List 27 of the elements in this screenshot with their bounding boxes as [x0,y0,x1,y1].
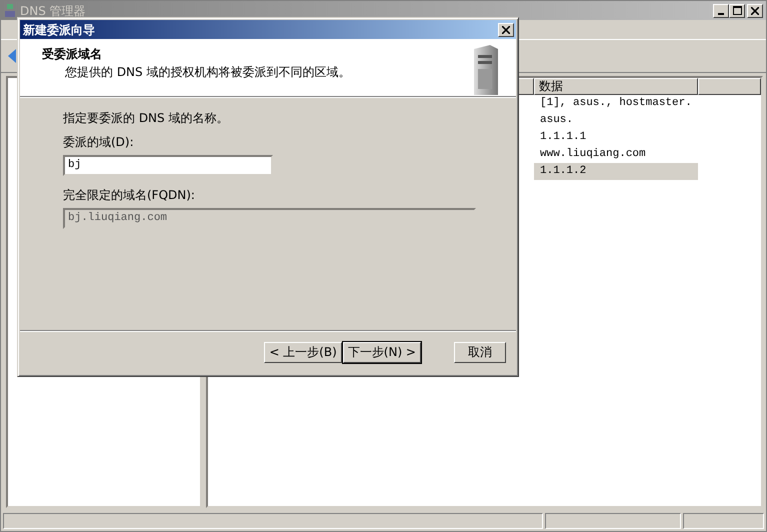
header-subtitle: 您提供的 DNS 域的授权机构将被委派到不同的区域。 [64,64,350,81]
list-cell[interactable]: www.liuqiang.com [534,146,698,163]
instruction-text: 指定要委派的 DNS 域的名称。 [63,110,230,127]
close-icon [751,6,759,14]
app-icon [4,4,16,18]
minimize-button[interactable] [713,4,729,18]
maximize-button[interactable] [729,4,745,18]
close-icon [502,26,510,34]
minimize-icon [718,12,724,14]
text-field[interactable]: bj [63,154,273,176]
list-cell[interactable]: [1], asus., hostmaster. [534,95,698,112]
wizard-button[interactable]: 下一步(N) > [342,342,421,363]
list-cell[interactable]: 1.1.1.2 [534,163,698,180]
maximize-icon [732,6,742,15]
wizard-button[interactable]: 取消 [454,342,506,363]
back-arrow-icon[interactable] [7,49,17,63]
close-button[interactable] [498,22,514,36]
wizard-button[interactable]: < 上一步(B) [264,342,342,363]
column-header[interactable]: 数据 [534,78,698,95]
field-label: 委派的域(D): [63,134,135,150]
list-cell[interactable]: 1.1.1.1 [534,129,698,146]
dialog-title: 新建委派向导 [23,22,95,38]
header-title: 受委派域名 [42,46,103,63]
close-button[interactable] [747,4,763,18]
field-label: 完全限定的域名(FQDN): [63,186,196,204]
list-cell[interactable]: asus. [534,112,698,129]
window-title: DNS 管理器 [20,2,86,20]
